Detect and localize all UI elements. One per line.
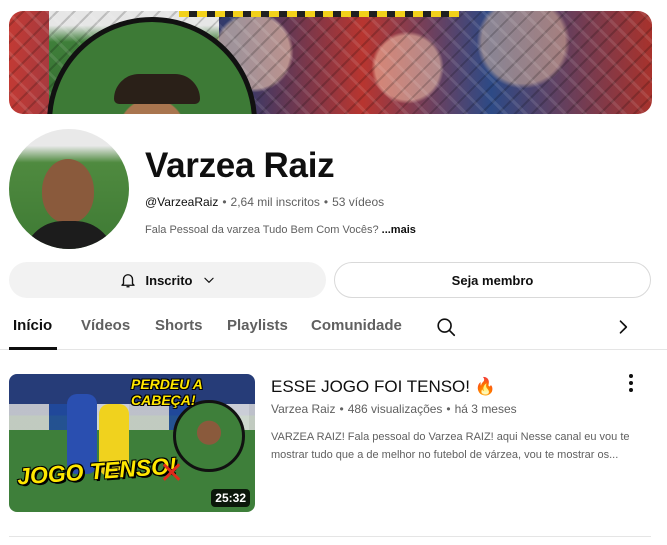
subscribed-label: Inscrito xyxy=(145,272,193,288)
video-title[interactable]: ESSE JOGO FOI TENSO! 🔥 xyxy=(271,377,496,397)
search-icon[interactable] xyxy=(435,316,457,338)
tab-shorts[interactable]: Shorts xyxy=(155,317,203,334)
video-channel-name[interactable]: Varzea Raiz xyxy=(271,402,335,416)
tab-playlists[interactable]: Playlists xyxy=(227,317,288,334)
video-meta: Varzea Raiz • 486 visualizações • há 3 meses xyxy=(271,402,517,416)
avatar-face xyxy=(42,159,94,223)
video-views: 486 visualizações xyxy=(347,402,443,416)
thumb-x-mark: ✕ xyxy=(159,457,185,490)
video-duration: 25:32 xyxy=(211,489,250,507)
channel-description[interactable]: Fala Pessoal da varzea Tudo Bem Com Você… xyxy=(145,224,416,236)
more-vert-icon[interactable] xyxy=(622,373,640,393)
channel-avatar[interactable] xyxy=(9,129,129,249)
tab-inicio[interactable]: Início xyxy=(13,317,52,334)
banner-stripe xyxy=(179,11,459,17)
description-text: Fala Pessoal da varzea Tudo Bem Com Você… xyxy=(145,224,379,236)
thumb-main-text: JOGO TENSO! xyxy=(16,452,178,490)
video-description: VARZEA RAIZ! Fala pessoal do Varzea RAIZ… xyxy=(271,431,630,461)
join-member-button[interactable]: Seja membro xyxy=(334,262,651,298)
subscribed-button[interactable]: Inscrito xyxy=(9,262,326,298)
chevron-right-icon[interactable] xyxy=(613,317,633,337)
section-divider xyxy=(9,536,651,537)
bell-icon xyxy=(120,274,135,288)
tab-comunidade[interactable]: Comunidade xyxy=(311,317,402,334)
avatar-shirt xyxy=(23,221,115,249)
channel-handle: @VarzeaRaiz xyxy=(145,195,219,209)
video-thumbnail[interactable]: PERDEU A CABEÇA! JOGO TENSO! ✕ 25:32 xyxy=(9,374,255,512)
channel-tabs: Início Vídeos Shorts Playlists Comunidad… xyxy=(0,304,667,350)
video-count: 53 vídeos xyxy=(332,195,385,209)
tab-videos[interactable]: Vídeos xyxy=(81,317,130,334)
subscriber-count: 2,64 mil inscritos xyxy=(230,195,320,209)
chevron-down-icon xyxy=(204,277,215,283)
active-tab-indicator xyxy=(9,347,57,350)
channel-meta: @VarzeaRaiz • 2,64 mil inscritos • 53 vídeos xyxy=(145,195,385,209)
video-age: há 3 meses xyxy=(454,402,517,416)
thumb-top-text: PERDEU A CABEÇA! xyxy=(131,376,203,408)
channel-banner xyxy=(9,11,652,114)
more-link[interactable]: ...mais xyxy=(382,224,416,236)
member-label: Seja membro xyxy=(451,272,534,288)
channel-name: Varzea Raiz xyxy=(145,146,335,185)
